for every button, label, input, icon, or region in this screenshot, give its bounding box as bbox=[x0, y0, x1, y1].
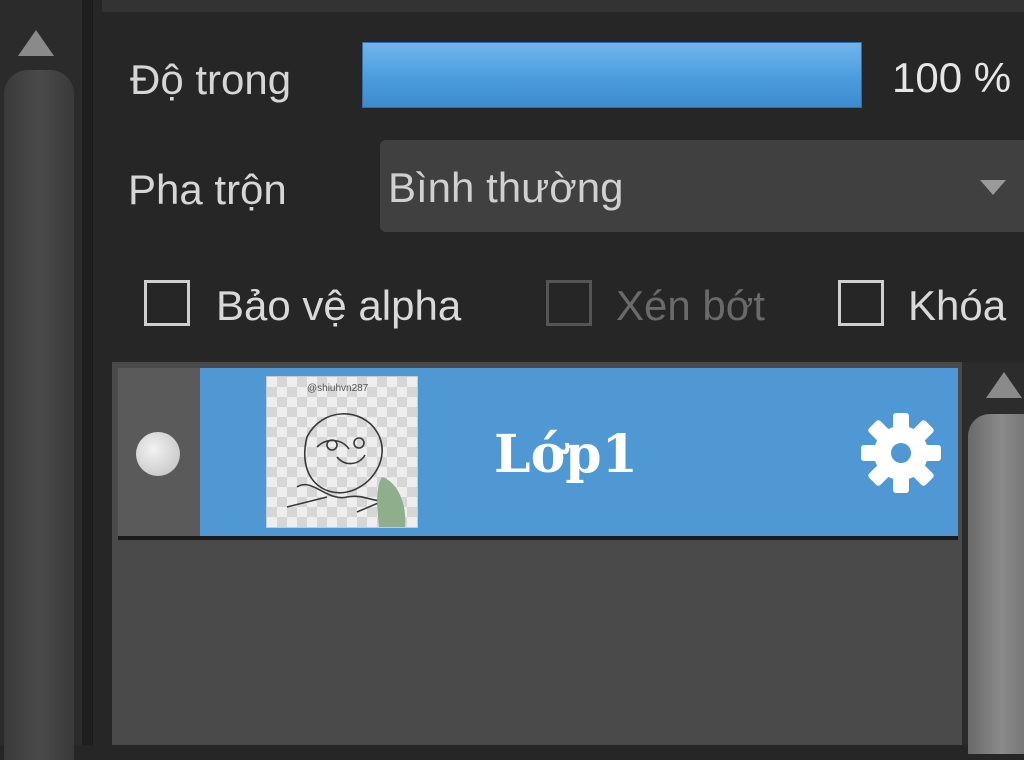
opacity-slider[interactable] bbox=[362, 42, 862, 108]
scroll-up-arrow-icon[interactable] bbox=[18, 30, 54, 56]
scroll-up-arrow-icon[interactable] bbox=[986, 372, 1022, 398]
clipping-checkbox[interactable] bbox=[546, 280, 592, 326]
protect-alpha-label: Bảo vệ alpha bbox=[216, 282, 462, 329]
opacity-label: Độ trong bbox=[130, 56, 292, 103]
chevron-down-icon bbox=[980, 180, 1006, 195]
blend-mode-select[interactable]: Bình thường bbox=[380, 140, 1024, 232]
blend-mode-value: Bình thường bbox=[388, 164, 624, 211]
thumbnail-sketch bbox=[286, 413, 406, 527]
layer-list-scrollbar-thumb[interactable] bbox=[968, 414, 1024, 754]
left-scrollbar-thumb[interactable] bbox=[4, 70, 74, 760]
protect-alpha-checkbox[interactable] bbox=[144, 280, 190, 326]
clipping-label: Xén bớt bbox=[616, 282, 765, 329]
panel-top-bar bbox=[102, 0, 1024, 12]
panel-divider[interactable] bbox=[82, 0, 92, 745]
visibility-toggle[interactable] bbox=[118, 368, 200, 536]
opacity-value: 100 % bbox=[892, 54, 1012, 101]
layer-row[interactable]: @shiuhvn287 Lớp1 bbox=[118, 368, 958, 540]
layer-name[interactable]: Lớp1 bbox=[494, 424, 638, 485]
layer-thumbnail: @shiuhvn287 bbox=[266, 376, 418, 528]
gear-icon[interactable] bbox=[860, 412, 942, 494]
lock-label: Khóa bbox=[908, 282, 1007, 329]
visibility-dot-icon bbox=[136, 432, 180, 476]
thumbnail-watermark: @shiuhvn287 bbox=[307, 383, 369, 394]
lock-checkbox[interactable] bbox=[838, 280, 884, 326]
blend-mode-label: Pha trộn bbox=[128, 166, 287, 213]
